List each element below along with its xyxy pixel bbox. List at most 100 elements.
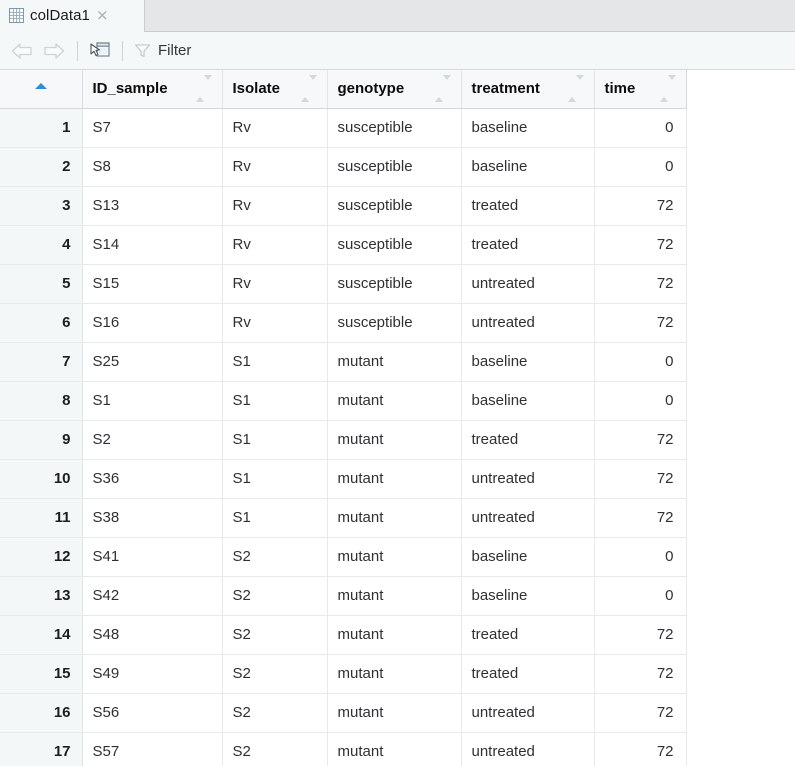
cell-treatment[interactable]: untreated <box>461 459 595 499</box>
cell-time[interactable]: 0 <box>594 108 687 148</box>
column-header-Isolate[interactable]: Isolate <box>222 70 328 109</box>
cell-Isolate[interactable]: S2 <box>222 693 328 733</box>
cell-genotype[interactable]: mutant <box>327 342 462 382</box>
cell-Isolate[interactable]: S2 <box>222 615 328 655</box>
table-row[interactable]: 10 S36 S1 mutant untreated 72 <box>0 459 687 499</box>
cell-genotype[interactable]: mutant <box>327 498 462 538</box>
filter-button[interactable]: Filter <box>130 38 197 64</box>
back-button[interactable] <box>6 38 38 64</box>
cell-time[interactable]: 72 <box>594 615 687 655</box>
cell-genotype[interactable]: mutant <box>327 693 462 733</box>
cell-treatment[interactable]: treated <box>461 654 595 694</box>
table-row[interactable]: 5 S15 Rv susceptible untreated 72 <box>0 264 687 304</box>
cell-Isolate[interactable]: S1 <box>222 498 328 538</box>
cell-Isolate[interactable]: Rv <box>222 186 328 226</box>
table-row[interactable]: 8 S1 S1 mutant baseline 0 <box>0 381 687 421</box>
cell-Isolate[interactable]: Rv <box>222 108 328 148</box>
cell-time[interactable]: 72 <box>594 732 687 766</box>
cell-genotype[interactable]: mutant <box>327 576 462 616</box>
cell-time[interactable]: 0 <box>594 381 687 421</box>
table-row[interactable]: 6 S16 Rv susceptible untreated 72 <box>0 303 687 343</box>
table-row[interactable]: 13 S42 S2 mutant baseline 0 <box>0 576 687 616</box>
cell-genotype[interactable]: susceptible <box>327 147 462 187</box>
data-grid[interactable]: ID_sample Isolate genotype treatment time 1S… <box>0 70 795 766</box>
cell-Isolate[interactable]: S2 <box>222 654 328 694</box>
cell-ID_sample[interactable]: S42 <box>82 576 223 616</box>
sort-toggle-icon[interactable] <box>434 75 451 103</box>
cell-treatment[interactable]: baseline <box>461 342 595 382</box>
cell-ID_sample[interactable]: S7 <box>82 108 223 148</box>
cell-time[interactable]: 72 <box>594 186 687 226</box>
cell-Isolate[interactable]: S1 <box>222 342 328 382</box>
cell-ID_sample[interactable]: S8 <box>82 147 223 187</box>
sort-toggle-icon[interactable] <box>567 75 584 103</box>
cell-time[interactable]: 72 <box>594 459 687 499</box>
cell-genotype[interactable]: mutant <box>327 654 462 694</box>
cell-ID_sample[interactable]: S48 <box>82 615 223 655</box>
cell-Isolate[interactable]: Rv <box>222 225 328 265</box>
cell-Isolate[interactable]: Rv <box>222 264 328 304</box>
cell-ID_sample[interactable]: S36 <box>82 459 223 499</box>
cell-treatment[interactable]: treated <box>461 615 595 655</box>
close-icon[interactable]: × <box>96 8 109 23</box>
cell-time[interactable]: 72 <box>594 225 687 265</box>
cell-time[interactable]: 72 <box>594 420 687 460</box>
cell-time[interactable]: 72 <box>594 654 687 694</box>
table-row[interactable]: 17 S57 S2 mutant untreated 72 <box>0 732 687 766</box>
cell-genotype[interactable]: susceptible <box>327 186 462 226</box>
cell-genotype[interactable]: mutant <box>327 732 462 766</box>
tab-coldata1[interactable]: colData1 × <box>0 0 145 32</box>
cell-genotype[interactable]: mutant <box>327 615 462 655</box>
cell-time[interactable]: 72 <box>594 264 687 304</box>
column-header-ID_sample[interactable]: ID_sample <box>82 70 223 109</box>
cell-genotype[interactable]: susceptible <box>327 264 462 304</box>
table-row[interactable]: 12 S41 S2 mutant baseline 0 <box>0 537 687 577</box>
cell-time[interactable]: 0 <box>594 342 687 382</box>
cell-ID_sample[interactable]: S57 <box>82 732 223 766</box>
cell-treatment[interactable]: untreated <box>461 693 595 733</box>
open-in-new-window-button[interactable] <box>85 38 115 64</box>
cell-treatment[interactable]: treated <box>461 420 595 460</box>
cell-time[interactable]: 72 <box>594 303 687 343</box>
cell-ID_sample[interactable]: S56 <box>82 693 223 733</box>
cell-genotype[interactable]: mutant <box>327 537 462 577</box>
table-row[interactable]: 15 S49 S2 mutant treated 72 <box>0 654 687 694</box>
cell-ID_sample[interactable]: S16 <box>82 303 223 343</box>
table-row[interactable]: 2 S8 Rv susceptible baseline 0 <box>0 147 687 187</box>
cell-Isolate[interactable]: S2 <box>222 537 328 577</box>
table-row[interactable]: 14 S48 S2 mutant treated 72 <box>0 615 687 655</box>
cell-treatment[interactable]: baseline <box>461 108 595 148</box>
cell-ID_sample[interactable]: S41 <box>82 537 223 577</box>
column-header-genotype[interactable]: genotype <box>327 70 462 109</box>
rownum-column-header[interactable] <box>0 70 83 109</box>
table-row[interactable]: 16 S56 S2 mutant untreated 72 <box>0 693 687 733</box>
table-row[interactable]: 11 S38 S1 mutant untreated 72 <box>0 498 687 538</box>
cell-Isolate[interactable]: S2 <box>222 576 328 616</box>
cell-treatment[interactable]: baseline <box>461 147 595 187</box>
cell-Isolate[interactable]: Rv <box>222 147 328 187</box>
table-row[interactable]: 9 S2 S1 mutant treated 72 <box>0 420 687 460</box>
cell-treatment[interactable]: untreated <box>461 303 595 343</box>
sort-toggle-icon[interactable] <box>659 75 676 103</box>
table-row[interactable]: 1 S7 Rv susceptible baseline 0 <box>0 108 687 148</box>
cell-treatment[interactable]: treated <box>461 186 595 226</box>
cell-ID_sample[interactable]: S13 <box>82 186 223 226</box>
cell-genotype[interactable]: susceptible <box>327 303 462 343</box>
cell-time[interactable]: 72 <box>594 498 687 538</box>
cell-Isolate[interactable]: S1 <box>222 381 328 421</box>
table-row[interactable]: 4 S14 Rv susceptible treated 72 <box>0 225 687 265</box>
cell-time[interactable]: 72 <box>594 693 687 733</box>
cell-time[interactable]: 0 <box>594 537 687 577</box>
cell-genotype[interactable]: susceptible <box>327 108 462 148</box>
cell-Isolate[interactable]: S2 <box>222 732 328 766</box>
cell-time[interactable]: 0 <box>594 576 687 616</box>
sort-toggle-icon[interactable] <box>195 75 212 103</box>
cell-ID_sample[interactable]: S1 <box>82 381 223 421</box>
cell-Isolate[interactable]: Rv <box>222 303 328 343</box>
cell-ID_sample[interactable]: S14 <box>82 225 223 265</box>
sort-toggle-icon[interactable] <box>300 75 317 103</box>
cell-genotype[interactable]: susceptible <box>327 225 462 265</box>
column-header-time[interactable]: time <box>594 70 687 109</box>
cell-ID_sample[interactable]: S49 <box>82 654 223 694</box>
cell-ID_sample[interactable]: S2 <box>82 420 223 460</box>
